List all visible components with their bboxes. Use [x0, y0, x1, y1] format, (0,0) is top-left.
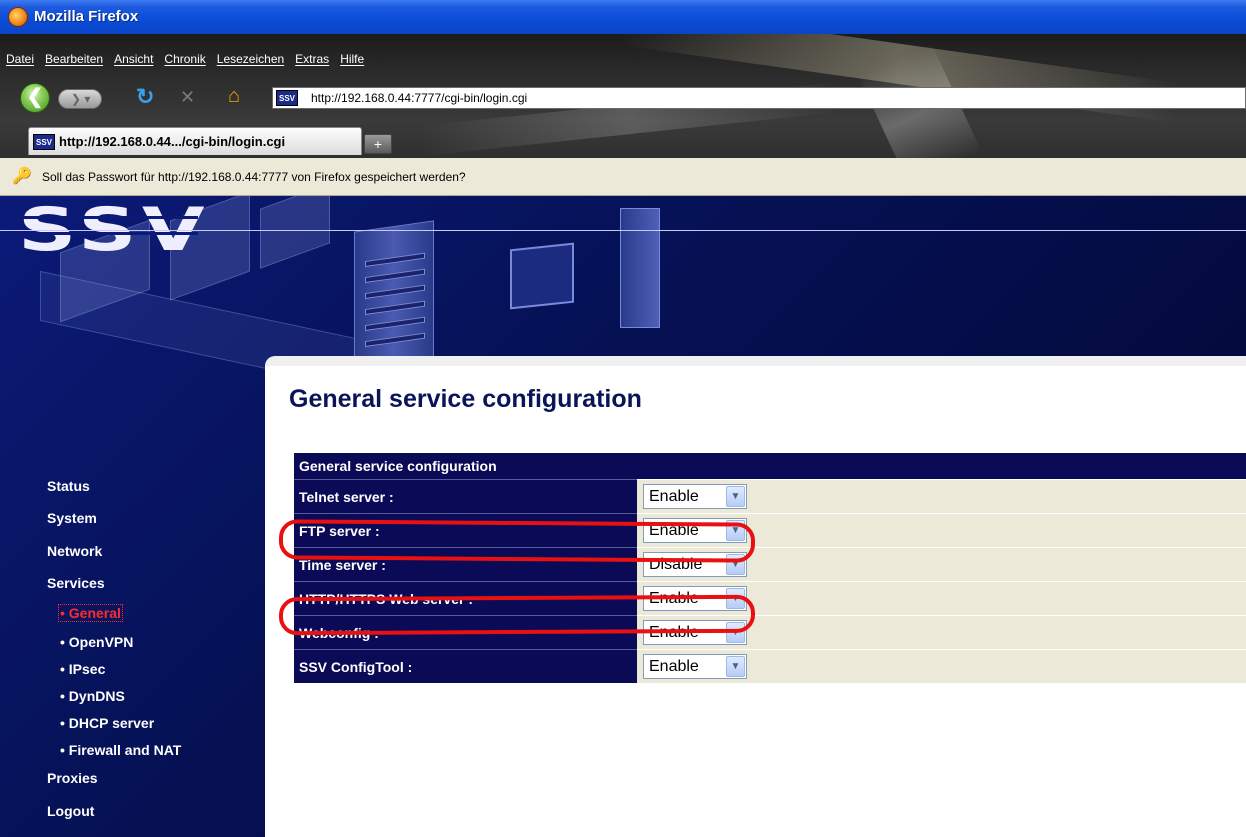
row-label: Telnet server :	[294, 479, 637, 513]
sidebar-subitem-dyndns[interactable]: • DynDNS	[60, 688, 125, 704]
tab-bar: SSV http://192.168.0.44.../cgi-bin/login…	[0, 122, 1246, 158]
sidebar-item-proxies[interactable]: Proxies	[47, 770, 98, 786]
key-icon: 🔑	[12, 168, 32, 185]
banner-line	[0, 230, 1246, 231]
tab-login[interactable]: SSV http://192.168.0.44.../cgi-bin/login…	[28, 127, 362, 155]
telnet-server-select[interactable]: Enable ▼	[643, 484, 747, 509]
reload-button[interactable]: ↻	[136, 86, 154, 108]
reload-icon: ↻	[136, 84, 155, 109]
sidebar-subitem-firewall-nat[interactable]: • Firewall and NAT	[60, 742, 181, 758]
menu-chronik[interactable]: Chronik	[164, 52, 205, 72]
sidebar-item-services[interactable]: Services	[47, 575, 105, 591]
navigation-toolbar: ❮ ❯ ▾ ↻ ✕ ⌂ SSV http://192.168.0.44:7777…	[0, 80, 1246, 114]
sidebar-subitem-general[interactable]: • General	[58, 604, 123, 622]
stop-button[interactable]: ✕	[180, 88, 195, 106]
menu-bearbeiten[interactable]: Bearbeiten	[45, 52, 103, 72]
back-button[interactable]: ❮	[20, 83, 50, 113]
row-telnet-server: Telnet server : Enable ▼	[294, 479, 1246, 513]
sidebar-subitem-ipsec[interactable]: • IPsec	[60, 661, 105, 677]
table-header: General service configuration	[294, 453, 1246, 479]
row-ssv-configtool: SSV ConfigTool : Enable ▼	[294, 649, 1246, 683]
ssv-configtool-select[interactable]: Enable ▼	[643, 654, 747, 679]
title-bar: Mozilla Firefox	[0, 0, 1246, 34]
menu-datei[interactable]: Datei	[6, 52, 34, 72]
stop-icon: ✕	[180, 87, 196, 107]
forward-button[interactable]: ❯ ▾	[58, 89, 102, 109]
chevron-down-icon[interactable]: ▼	[726, 486, 745, 507]
notification-text: Soll das Passwort für http://192.168.0.4…	[42, 170, 466, 184]
ftp-server-highlight	[278, 519, 756, 563]
arrow-left-icon: ❮	[26, 86, 44, 108]
window-title: Mozilla Firefox	[34, 8, 139, 25]
menu-ansicht[interactable]: Ansicht	[114, 52, 153, 72]
web-page: SSV Status System Network Services • Gen…	[0, 196, 1246, 837]
home-button[interactable]: ⌂	[228, 86, 240, 106]
sidebar-subitem-openvpn[interactable]: • OpenVPN	[60, 634, 133, 650]
home-icon: ⌂	[228, 85, 241, 107]
sidebar-item-network[interactable]: Network	[47, 543, 102, 559]
arrow-right-icon: ❯ ▾	[71, 92, 91, 106]
password-notification-bar: 🔑 Soll das Passwort für http://192.168.0…	[0, 158, 1246, 196]
row-label: SSV ConfigTool :	[294, 649, 637, 683]
site-favicon: SSV	[276, 90, 298, 106]
page-title: General service configuration	[289, 385, 642, 413]
browser-chrome: Datei Bearbeiten Ansicht Chronik Lesezei…	[0, 34, 1246, 158]
sidebar-subitem-dhcp-server[interactable]: • DHCP server	[60, 715, 154, 731]
sidebar-item-logout[interactable]: Logout	[47, 803, 94, 819]
url-bar[interactable]: SSV http://192.168.0.44:7777/cgi-bin/log…	[272, 87, 1246, 109]
firefox-icon	[8, 7, 28, 27]
tab-favicon: SSV	[33, 134, 55, 150]
tab-title: http://192.168.0.44.../cgi-bin/login.cgi	[59, 134, 286, 149]
menu-extras[interactable]: Extras	[295, 52, 329, 72]
menu-lesezeichen[interactable]: Lesezeichen	[217, 52, 284, 72]
new-tab-button[interactable]: +	[364, 134, 392, 154]
sidebar-item-system[interactable]: System	[47, 510, 97, 526]
menu-hilfe[interactable]: Hilfe	[340, 52, 364, 72]
chevron-down-icon[interactable]: ▼	[726, 656, 745, 677]
browser-window: Mozilla Firefox Datei Bearbeiten Ansicht…	[0, 0, 1246, 837]
http-server-highlight	[278, 594, 756, 636]
monitor-graphic	[510, 242, 574, 310]
sidebar-item-status[interactable]: Status	[47, 478, 90, 494]
content-panel: General service configuration General se…	[265, 356, 1246, 837]
url-text[interactable]: http://192.168.0.44:7777/cgi-bin/login.c…	[311, 91, 527, 105]
menu-bar: Datei Bearbeiten Ansicht Chronik Lesezei…	[0, 52, 364, 72]
tower-graphic	[620, 208, 660, 328]
